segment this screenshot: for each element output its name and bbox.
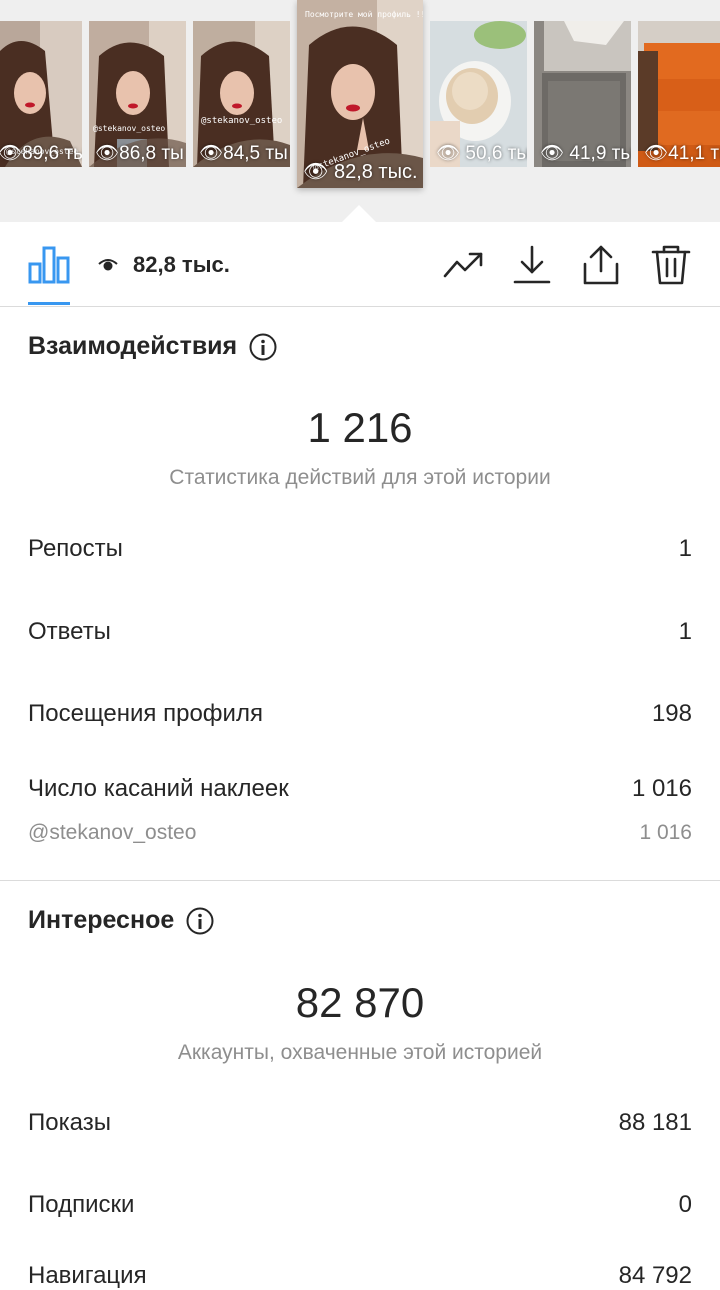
- eye-icon: [98, 259, 118, 271]
- discovery-total: 82 870: [295, 979, 425, 1026]
- bar-chart-icon[interactable]: [28, 244, 70, 284]
- stat-row: Посещения профиля 198: [28, 700, 692, 728]
- story-thumbnail[interactable]: 👁︎ 41,9 тыс: [534, 21, 631, 167]
- info-icon[interactable]: [186, 907, 214, 935]
- stat-label: Подписки: [28, 1191, 135, 1218]
- story-caption: Посмотрите мой профиль !!!!: [305, 10, 423, 19]
- sticker-sub-row[interactable]: @stekanov_osteo 1 016: [28, 821, 692, 845]
- stat-label: Ответы: [28, 618, 111, 645]
- stat-value: 1: [678, 535, 692, 562]
- thumbnail-views: 👁︎86,8 ты: [95, 143, 184, 164]
- story-thumbnail[interactable]: 👁︎ 50,6 ты: [430, 21, 527, 167]
- stat-value: 0: [678, 1191, 692, 1218]
- stat-value: 88 181: [618, 1109, 692, 1136]
- stat-value: 198: [651, 700, 692, 727]
- stat-label: Навигация: [28, 1262, 147, 1289]
- story-thumbnail[interactable]: @stekanov_osteo 👁︎84,5 ты: [193, 21, 290, 167]
- thumbnail-views: 👁︎ 41,9 тыс: [540, 143, 631, 164]
- mention-sticker: @stekanov_osteo: [201, 116, 283, 126]
- trending-icon[interactable]: [442, 244, 484, 286]
- active-tab-indicator: [28, 302, 70, 305]
- stat-row: Показы 88 181: [28, 1109, 692, 1137]
- stat-row: Ответы 1: [28, 618, 692, 646]
- thumbnail-views: 👁︎84,5 ты: [199, 143, 288, 164]
- section-title-interactions: Взаимодействия: [28, 332, 277, 361]
- info-icon[interactable]: [249, 333, 277, 361]
- stat-label: Посещения профиля: [28, 700, 263, 727]
- download-icon[interactable]: [511, 244, 553, 286]
- story-strip: @stekanov_osteo 👁︎89,6 ты @stekanov_oste…: [0, 0, 720, 224]
- mention-sticker: @stekanov_osteo: [93, 124, 166, 133]
- view-count: 82,8 тыс.: [133, 252, 230, 277]
- interactions-caption: Статистика действий для этой истории: [169, 466, 551, 489]
- discovery-caption: Аккаунты, охваченные этой историей: [177, 1041, 543, 1064]
- stat-label: Число касаний наклеек: [28, 775, 289, 802]
- stat-row: Подписки 0: [28, 1191, 692, 1219]
- stat-value: 84 792: [618, 1262, 692, 1289]
- thumbnail-views: 👁︎89,6 ты: [0, 143, 82, 164]
- interactions-total: 1 216: [307, 404, 413, 451]
- thumbnail-views: 👁︎ 82,8 тыс.: [303, 161, 418, 183]
- section-divider: [0, 880, 720, 881]
- stat-row: Навигация 84 792: [28, 1262, 692, 1290]
- story-thumbnail[interactable]: @stekanov_osteo 👁︎86,8 ты: [89, 21, 186, 167]
- section-title-discovery: Интересное: [28, 906, 214, 935]
- share-icon[interactable]: [580, 244, 622, 286]
- stat-row: Число касаний наклеек 1 016: [28, 775, 692, 803]
- story-thumbnail[interactable]: @stekanov_osteo 👁︎89,6 ты: [0, 21, 82, 167]
- story-thumbnail-selected[interactable]: Посмотрите мой профиль !!!! @stekanov_os…: [297, 0, 423, 188]
- story-toolbar: 82,8 тыс.: [0, 222, 720, 307]
- trash-icon[interactable]: [650, 244, 692, 286]
- sticker-mention: @stekanov_osteo: [28, 821, 197, 844]
- stat-label: Показы: [28, 1109, 111, 1136]
- story-thumbnail[interactable]: 👁︎41,1 ты: [638, 21, 720, 167]
- thumbnail-views: 👁︎41,1 ты: [644, 143, 720, 164]
- stat-value: 1: [678, 618, 692, 645]
- thumbnail-views: 👁︎ 50,6 ты: [436, 143, 527, 164]
- stat-value: 1 016: [631, 775, 692, 802]
- stat-row: Репосты 1: [28, 535, 692, 563]
- sticker-mention-value: 1 016: [639, 821, 692, 844]
- stat-label: Репосты: [28, 535, 123, 562]
